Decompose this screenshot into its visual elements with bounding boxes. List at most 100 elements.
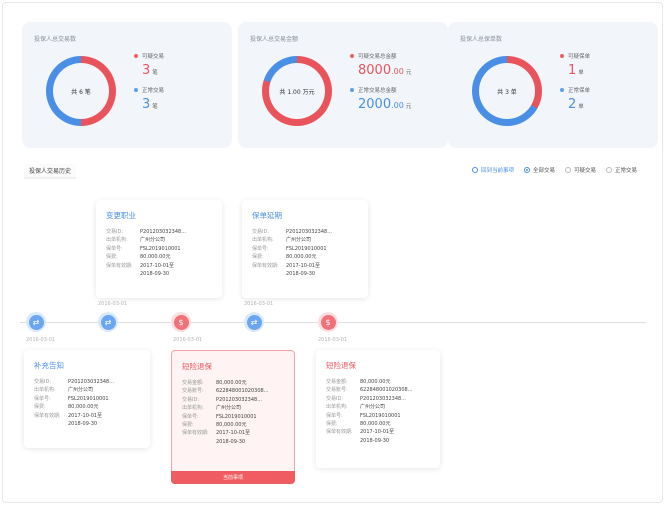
- event-title: 短险退保: [326, 361, 356, 370]
- filter-all-radio[interactable]: 全部交易: [523, 166, 555, 174]
- detail-row: 交易账号: 622848001020308...: [182, 387, 284, 395]
- timeline-node-suspicious[interactable]: $: [318, 312, 338, 332]
- detail-value: FSL2019010001: [360, 412, 401, 419]
- donut-chart: 共 3 单: [472, 56, 542, 126]
- legend-dot-suspicious: [134, 54, 138, 58]
- detail-row: 保单有效期: 2017-10-01至 2018-09-30: [252, 262, 358, 279]
- donut-center-label: 共 3 单: [497, 88, 517, 96]
- detail-key: 保费:: [326, 421, 338, 428]
- detail-row: 交易ID: P201203032348...: [106, 228, 212, 236]
- detail-value: FSL2019010001: [216, 413, 257, 420]
- detail-key: 保单号:: [34, 395, 51, 402]
- card-legend: 可疑保单 1单 正常保单 2单: [560, 52, 590, 112]
- detail-key: 保费:: [182, 422, 194, 429]
- detail-key: 交易账号:: [182, 388, 204, 395]
- detail-key: 保单有效期:: [34, 412, 61, 419]
- filter-normal-radio[interactable]: 正常交易: [605, 166, 637, 174]
- detail-value: P201203032348...: [140, 229, 186, 235]
- filter-suspicious-radio[interactable]: 可疑交易: [564, 166, 596, 174]
- radio-unchecked-icon: [605, 167, 612, 173]
- event-card-supplementary-notice[interactable]: 补充告知 交易ID: P201203032348... 出单机构: 广州分公司 保单号:…: [24, 350, 150, 448]
- detail-value: P201203032348...: [216, 396, 262, 403]
- event-details: 交易ID: P201203032348... 出单机构: 广州分公司 保单号: FSL20…: [252, 228, 358, 278]
- timeline-date: 2016-03-01: [26, 337, 56, 343]
- detail-value: FSL2019010001: [68, 395, 109, 402]
- detail-row: 交易金额: 80,000.00元: [326, 378, 430, 386]
- detail-value: 广州分公司: [140, 237, 166, 244]
- detail-value: FSL2019010001: [140, 245, 181, 252]
- current-item-button[interactable]: 当前事项: [171, 471, 295, 484]
- history-filters: 回到当前事项 全部交易 可疑交易 正常交易: [471, 166, 637, 174]
- legend-label: 正常交易: [142, 88, 165, 94]
- detail-key: 保费:: [252, 254, 264, 261]
- stat-card-transactions: 投保人总交易数 共 6 笔 可疑交易 3笔 正常交易 3笔: [22, 22, 232, 148]
- radio-unchecked-icon: [564, 167, 571, 173]
- detail-value: 80,000.00元: [360, 421, 391, 428]
- detail-value: 2017-10-01至 2018-09-30: [360, 429, 395, 444]
- detail-value: 80,000.00元: [216, 422, 247, 429]
- detail-key: 出单机构:: [106, 237, 128, 244]
- detail-row: 交易金额: 80,000.00元: [182, 379, 284, 387]
- detail-row: 出单机构: 广州分公司: [182, 404, 284, 412]
- legend-value: 2000: [358, 97, 392, 112]
- legend-value: 3: [142, 63, 151, 78]
- donut-chart: 共 1.00 万元: [262, 56, 332, 126]
- event-title: 保单延期: [252, 211, 282, 220]
- detail-row: 保单号: FSL2019010001: [252, 245, 358, 253]
- target-icon: [471, 167, 478, 173]
- event-details: 交易金额: 80,000.00元 交易账号: 622848001020308... 交易…: [182, 379, 284, 446]
- detail-value: 2017-10-01至 2018-09-30: [286, 262, 321, 278]
- detail-row: 保费: 80,000.00元: [326, 420, 430, 428]
- legend-dot-normal: [134, 88, 138, 92]
- detail-row: 保单号: FSL2019010001: [326, 412, 430, 420]
- event-card-policy-extension[interactable]: 保单延期 交易ID: P201203032348... 出单机构: 广州分公司 保单号:…: [242, 200, 368, 298]
- transfer-icon: ⇄: [28, 314, 44, 330]
- legend-value: 8000: [358, 63, 392, 78]
- event-title: 变更职业: [106, 211, 136, 220]
- detail-key: 交易ID:: [182, 396, 200, 403]
- transfer-icon: ⇄: [100, 314, 116, 330]
- detail-value: FSL2019010001: [286, 245, 327, 252]
- detail-value: 622848001020308...: [360, 387, 413, 394]
- detail-row: 出单机构: 广州分公司: [252, 236, 358, 244]
- detail-key: 保单有效期:: [106, 262, 133, 269]
- timeline-node-normal[interactable]: ⇄: [244, 312, 264, 332]
- detail-key: 保单号:: [106, 245, 123, 252]
- legend-unit: 单: [578, 70, 584, 76]
- detail-key: 保单号:: [252, 245, 269, 252]
- detail-key: 交易ID:: [326, 395, 344, 402]
- event-card-short-surrender[interactable]: 短险退保 交易金额: 80,000.00元 交易账号: 622848001020308…: [316, 350, 440, 468]
- detail-value: 80,000.00元: [360, 379, 391, 385]
- timeline-date: 2016-03-01: [244, 301, 274, 307]
- donut-center-label: 共 6 笔: [71, 88, 91, 96]
- detail-value: 2017-10-01至 2018-09-30: [216, 430, 251, 445]
- card-legend: 可疑交易总金额 8000.00 元 正常交易总金额 2000.00 元: [350, 52, 411, 112]
- filter-label: 全部交易: [532, 168, 555, 174]
- legend-value: 3: [142, 97, 151, 112]
- detail-row: 出单机构: 广州分公司: [106, 236, 212, 244]
- history-section-title: 投保人交易历史: [24, 164, 77, 179]
- legend-unit: 笔: [152, 70, 158, 76]
- timeline-node-normal[interactable]: ⇄: [98, 312, 118, 332]
- event-card-change-occupation[interactable]: 变更职业 交易ID: P201203032348... 出单机构: 广州分公司保单号:…: [96, 200, 222, 298]
- detail-row: 交易ID: P201203032348...: [182, 396, 284, 404]
- detail-row: 保单有效期: 2017-10-01至 2018-09-30: [34, 412, 140, 429]
- detail-value: P201203032348...: [68, 379, 114, 385]
- donut-center-label: 共 1.00 万元: [279, 88, 315, 96]
- timeline-node-normal[interactable]: ⇄: [26, 312, 46, 332]
- timeline-date: 2016-03-01: [173, 337, 203, 343]
- money-icon: $: [320, 314, 336, 330]
- detail-row: 交易ID: P201203032348...: [326, 395, 430, 403]
- detail-value: 广州分公司: [360, 404, 386, 411]
- back-to-current-link[interactable]: 回到当前事项: [471, 166, 514, 174]
- legend-unit: 笔: [152, 104, 158, 110]
- timeline-node-suspicious[interactable]: $: [171, 312, 191, 332]
- legend-label: 正常保单: [568, 88, 591, 94]
- detail-key: 交易ID:: [34, 379, 52, 385]
- event-card-short-surrender-current[interactable]: 短险退保 交易金额: 80,000.00元 交易账号: 622848001020308…: [171, 350, 295, 484]
- detail-key: 保单有效期:: [252, 262, 279, 269]
- detail-key: 交易金额:: [326, 379, 348, 385]
- detail-row: 保费: 80,000.00元: [182, 421, 284, 429]
- event-details: 交易ID: P201203032348... 出单机构: 广州分公司 保单号: FSL20…: [34, 378, 140, 428]
- detail-row: 交易ID: P201203032348...: [34, 378, 140, 386]
